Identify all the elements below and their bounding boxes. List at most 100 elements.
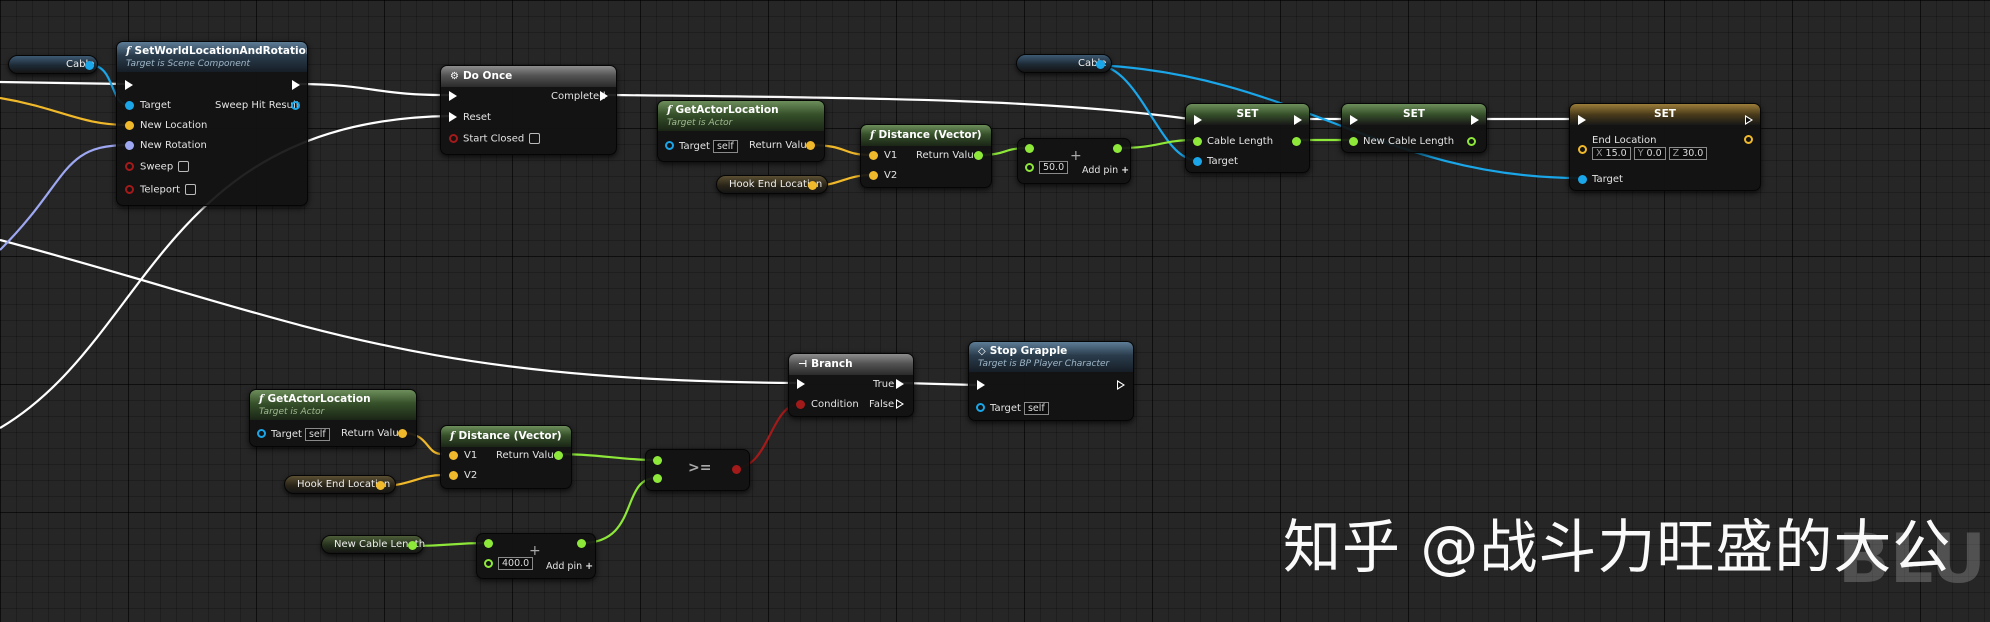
b-pin[interactable] [1025, 163, 1034, 172]
stop-grapple-node[interactable]: ◇ Stop Grapple Target is BP Player Charac… [968, 341, 1134, 421]
hook-end-location-variable-node[interactable]: Hook End Location [716, 175, 828, 194]
sweep-pin[interactable] [125, 162, 134, 171]
node-title: GetActorLocation [675, 104, 779, 116]
hook-end-location-output-pin[interactable] [376, 481, 385, 490]
sweep-checkbox[interactable] [178, 161, 190, 172]
add-pin-button[interactable]: Add pin + [546, 561, 593, 572]
y-value: 0.0 [1646, 148, 1662, 159]
new-cable-length-pin[interactable] [1349, 137, 1358, 146]
node-header: SET [1570, 104, 1760, 125]
exec-in-pin[interactable] [449, 91, 457, 101]
node-subtitle: Target is Scene Component [126, 59, 251, 69]
exec-in-pin[interactable] [125, 80, 133, 90]
cable-output-pin[interactable] [1096, 60, 1105, 69]
b-pin[interactable] [484, 559, 493, 568]
exec-in-pin[interactable] [1350, 115, 1358, 125]
end-location-pin[interactable] [1578, 145, 1587, 154]
return-value-pin[interactable] [554, 451, 563, 460]
teleport-checkbox[interactable] [185, 184, 196, 195]
distance-vector-node[interactable]: f Distance (Vector) V1 Return Value V2 [860, 124, 992, 188]
new-cable-length-output-pin[interactable] [408, 541, 417, 550]
add-pin-button[interactable]: Add pin + [1082, 165, 1129, 176]
target-pin[interactable] [125, 101, 134, 110]
start-closed-checkbox[interactable] [529, 133, 541, 144]
reset-exec-pin[interactable] [449, 112, 457, 122]
exec-in-pin[interactable] [797, 379, 805, 389]
exec-out-pin[interactable] [1294, 115, 1302, 125]
get-actor-location-node[interactable]: f GetActorLocation Target is Actor Target… [249, 389, 417, 447]
set-world-location-and-rotation-node[interactable]: f SetWorldLocationAndRotation Target is S… [116, 41, 308, 206]
cable-length-pin[interactable] [1193, 137, 1202, 146]
distance-vector-node[interactable]: f Distance (Vector) V1 Return Value V2 [440, 425, 572, 489]
get-actor-location-node[interactable]: f GetActorLocation Target is Actor Target… [657, 100, 825, 162]
new-cable-length-out-pin[interactable] [1467, 137, 1476, 146]
set-new-cable-length-node[interactable]: SET New Cable Length [1341, 103, 1487, 153]
exec-in-pin[interactable] [1578, 115, 1586, 125]
result-pin[interactable] [577, 539, 586, 548]
new-cable-length-label: New Cable Length [1363, 136, 1455, 147]
return-value-label: Return Value [341, 428, 405, 439]
branch-node[interactable]: ⊣ Branch True Condition False [788, 353, 914, 417]
y-field[interactable]: Y 0.0 [1633, 147, 1666, 160]
v1-pin[interactable] [869, 151, 878, 160]
greater-equal-node[interactable]: >= [645, 449, 750, 491]
cable-variable-node[interactable]: Cable [8, 55, 98, 74]
cable-output-pin[interactable] [85, 61, 94, 70]
a-pin[interactable] [1025, 144, 1034, 153]
teleport-pin[interactable] [125, 185, 134, 194]
a-pin[interactable] [653, 456, 662, 465]
set-cable-length-node[interactable]: SET Cable Length Target [1185, 103, 1310, 173]
v1-pin[interactable] [449, 451, 458, 460]
false-exec-pin[interactable] [896, 399, 904, 409]
exec-in-pin[interactable] [1194, 115, 1202, 125]
exec-out-pin[interactable] [292, 80, 300, 90]
rotator-wire [0, 143, 129, 251]
target-pin[interactable] [665, 141, 674, 150]
target-pin[interactable] [257, 429, 266, 438]
result-pin[interactable] [1113, 144, 1122, 153]
z-field[interactable]: Z 30.0 [1668, 147, 1708, 160]
y-axis-label: Y [1637, 148, 1644, 159]
return-value-pin[interactable] [806, 141, 815, 150]
completed-exec-pin[interactable] [600, 91, 608, 101]
do-once-node[interactable]: ⚙ Do Once Completed Reset Start Closed [440, 65, 617, 155]
v2-pin[interactable] [869, 171, 878, 180]
return-value-pin[interactable] [974, 151, 983, 160]
exec-out-pin[interactable] [1745, 115, 1753, 125]
cable-length-label: Cable Length [1207, 136, 1274, 147]
result-pin[interactable] [732, 465, 741, 474]
condition-pin[interactable] [796, 400, 805, 409]
b-pin[interactable] [653, 474, 662, 483]
set-end-location-node[interactable]: SET End Location X 15.0 Y 0.0 Z 30.0 Targe… [1569, 103, 1761, 191]
cable-length-out-pin[interactable] [1292, 137, 1301, 146]
new-location-pin[interactable] [125, 121, 134, 130]
new-rotation-pin[interactable] [125, 141, 134, 150]
end-location-out-pin[interactable] [1744, 135, 1753, 144]
a-pin[interactable] [484, 539, 493, 548]
target-pin[interactable] [976, 403, 985, 412]
v2-pin[interactable] [449, 471, 458, 480]
new-cable-length-variable-node[interactable]: New Cable Length [321, 535, 425, 554]
add-node[interactable]: 400.0 + Add pin + [476, 533, 596, 579]
hook-end-location-variable-node[interactable]: Hook End Location [284, 475, 396, 494]
hook-end-location-output-pin[interactable] [808, 181, 817, 190]
true-exec-pin[interactable] [896, 379, 904, 389]
exec-in-pin[interactable] [977, 380, 985, 390]
b-value-field[interactable]: 50.0 [1039, 161, 1069, 174]
b-value-field[interactable]: 400.0 [498, 557, 534, 570]
x-axis-label: X [1596, 148, 1603, 159]
target-pin[interactable] [1193, 157, 1202, 166]
sweep-hit-result-pin[interactable] [291, 101, 300, 110]
target-self-value[interactable]: self [712, 140, 738, 153]
exec-out-pin[interactable] [1117, 380, 1125, 390]
start-closed-pin[interactable] [449, 134, 458, 143]
x-field[interactable]: X 15.0 [1592, 147, 1631, 160]
add-node[interactable]: 50.0 + Add pin + [1017, 138, 1131, 184]
return-value-pin[interactable] [398, 429, 407, 438]
exec-out-pin[interactable] [1471, 115, 1479, 125]
cable-variable-node[interactable]: Cable [1016, 54, 1112, 73]
function-icon: f [126, 45, 131, 57]
target-pin[interactable] [1578, 175, 1587, 184]
target-self-value[interactable]: self [1023, 402, 1049, 415]
target-self-value[interactable]: self [304, 428, 330, 441]
